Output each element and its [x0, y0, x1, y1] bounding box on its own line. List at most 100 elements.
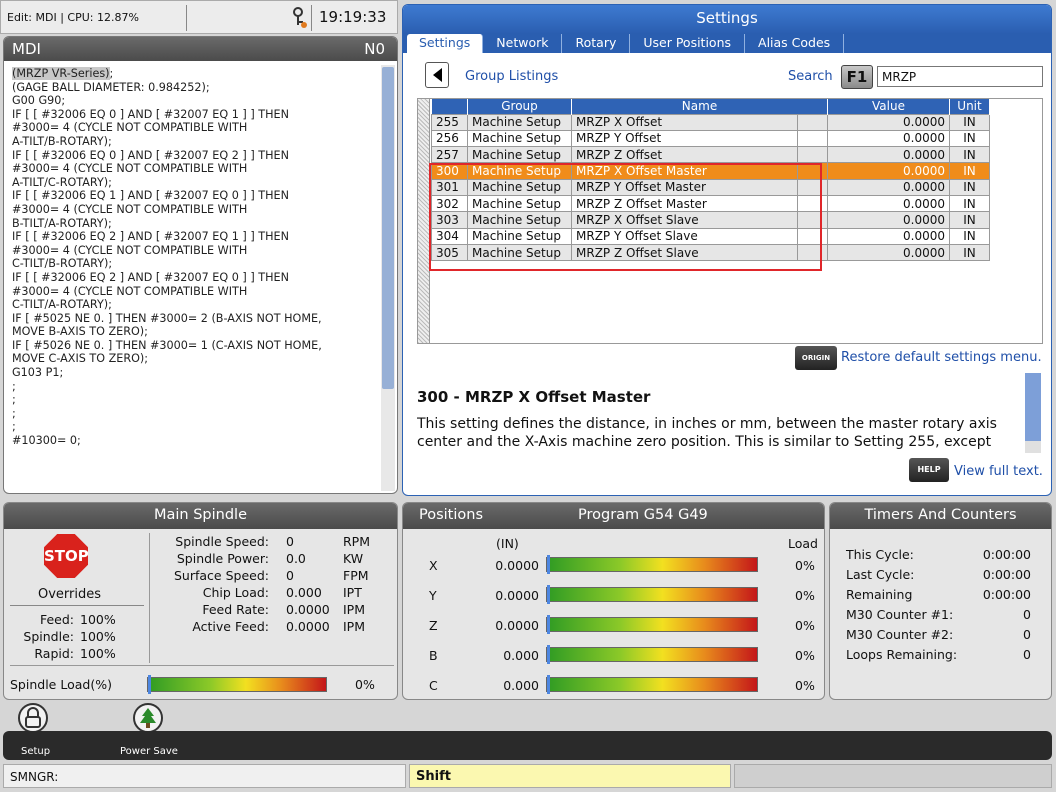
num-column-header	[431, 99, 468, 114]
axis-label: C	[429, 678, 438, 693]
axis-label: B	[429, 648, 438, 663]
setup-label[interactable]: Setup	[21, 746, 50, 757]
table-row[interactable]: 300 Machine Setup MRZP X Offset Master 0.00…	[431, 162, 990, 180]
group-listings-link[interactable]: Group Listings	[465, 69, 558, 84]
spacer-cell	[797, 211, 828, 229]
setting-value: 0.0000	[827, 178, 950, 196]
value-column-header: Value	[827, 99, 950, 114]
spacer-cell	[797, 194, 828, 213]
overrides-label: Overrides	[38, 587, 102, 602]
mdi-panel: MDI N0 (MRZP VR-Series); (GAGE BALL DIAM…	[3, 36, 398, 494]
spacer-cell	[797, 129, 828, 148]
scrollbar-thumb[interactable]	[382, 67, 394, 389]
setting-name: MRZP Y Offset Master	[571, 178, 798, 196]
setting-value: 0.0000	[827, 162, 950, 180]
setting-name: MRZP X Offset Slave	[571, 211, 798, 229]
setting-number: 257	[431, 146, 468, 164]
spindle-stat-label: Spindle Power:	[176, 551, 269, 566]
status-extra	[734, 764, 1052, 788]
spacer-cell	[797, 162, 828, 180]
setting-unit: IN	[949, 113, 990, 131]
table-row[interactable]: 256 Machine Setup MRZP Y Offset 0.0000 IN	[431, 129, 990, 148]
setting-unit: IN	[949, 146, 990, 164]
timers-counters-panel: Timers And Counters This Cycle: 0:00:00 La…	[829, 502, 1052, 700]
table-row[interactable]: 255 Machine Setup MRZP X Offset 0.0000 IN	[431, 113, 990, 131]
settings-panel: Settings Settings Network Rotary User Po…	[402, 4, 1052, 496]
settings-title: Settings	[403, 5, 1051, 34]
spacer-cell	[797, 227, 828, 245]
spindle-override-value: 100%	[80, 629, 116, 644]
setting-number: 302	[431, 194, 468, 213]
tab-user-positions[interactable]: User Positions	[630, 34, 746, 53]
tree-icon[interactable]	[133, 703, 163, 733]
group-column-header: Group	[467, 99, 572, 114]
scrollbar-thumb[interactable]	[1025, 373, 1041, 441]
program-lines: (GAGE BALL DIAMETER: 0.984252); G00 G90;…	[12, 81, 322, 447]
rapid-override-value: 100%	[80, 646, 116, 661]
table-row[interactable]: 301 Machine Setup MRZP Y Offset Master 0.00…	[431, 178, 990, 196]
f1-key-button[interactable]: F1	[841, 65, 873, 89]
tab-settings[interactable]: Settings	[407, 34, 484, 53]
tab-alias-codes[interactable]: Alias Codes	[745, 34, 845, 53]
timers-title: Timers And Counters	[830, 503, 1051, 529]
timer-value: 0	[1023, 607, 1031, 622]
view-full-text-link[interactable]: View full text.	[954, 464, 1043, 479]
spindle-stat-value: 0	[286, 534, 294, 549]
table-row[interactable]: 303 Machine Setup MRZP X Offset Slave 0.000…	[431, 211, 990, 229]
mdi-program-editor[interactable]: (MRZP VR-Series); (GAGE BALL DIAMETER: 0…	[12, 67, 374, 493]
program-line: C-TILT/A-ROTARY);	[12, 298, 112, 312]
program-line: A-TILT/C-ROTARY);	[12, 175, 112, 189]
load-marker	[547, 645, 550, 664]
setting-number: 304	[431, 227, 468, 245]
load-marker	[148, 675, 151, 694]
setting-group: Machine Setup	[467, 227, 572, 245]
program-line: #3000= 4 (CYCLE NOT COMPATIBLE WITH	[12, 121, 248, 135]
restore-defaults-link[interactable]: Restore default settings menu.	[841, 350, 1042, 365]
program-line: MOVE B-AXIS TO ZERO);	[12, 325, 148, 339]
program-codes: Program G54 G49	[578, 507, 708, 523]
power-save-label[interactable]: Power Save	[120, 746, 178, 757]
key-lock-icon[interactable]	[290, 6, 310, 30]
setting-unit: IN	[949, 227, 990, 245]
program-line: C-TILT/B-ROTARY);	[12, 257, 113, 271]
mdi-scrollbar[interactable]	[381, 65, 395, 491]
load-marker	[547, 615, 550, 634]
program-line: IF [ [ #32006 EQ 2 ] AND [ #32007 EQ 0 ]…	[12, 270, 289, 284]
spindle-stat-unit: IPT	[343, 585, 362, 600]
axis-label: X	[429, 558, 438, 573]
spindle-stat-label: Feed Rate:	[202, 602, 269, 617]
spacer-cell	[797, 178, 828, 196]
table-row[interactable]: 302 Machine Setup MRZP Z Offset Master 0.00…	[431, 194, 990, 213]
table-row[interactable]: 257 Machine Setup MRZP Z Offset 0.0000 IN	[431, 146, 990, 164]
program-line: #3000= 4 (CYCLE NOT COMPATIBLE WITH	[12, 284, 248, 298]
table-row[interactable]: 304 Machine Setup MRZP Y Offset Slave 0.000…	[431, 227, 990, 245]
selected-text[interactable]: (MRZP VR-Series)	[12, 67, 110, 80]
description-scrollbar[interactable]	[1025, 373, 1041, 453]
program-line: ;	[12, 379, 16, 393]
spindle-stat-label: Spindle Speed:	[175, 534, 269, 549]
divider	[186, 5, 187, 31]
divider	[10, 665, 394, 666]
help-key-button[interactable]: HELP	[909, 458, 949, 482]
lock-icon[interactable]	[18, 703, 48, 733]
setting-number: 305	[431, 243, 468, 262]
setting-value: 0.0000	[827, 227, 950, 245]
spindle-stat-value: 0.000	[286, 585, 322, 600]
timer-value: 0:00:00	[982, 567, 1031, 582]
status-bar-top: Edit: MDI | CPU: 12.87% 19:19:33	[0, 0, 398, 34]
setting-value: 0.0000	[827, 211, 950, 229]
setting-group: Machine Setup	[467, 129, 572, 148]
origin-key-button[interactable]: ORIGIN	[795, 346, 837, 370]
load-marker	[547, 585, 550, 604]
table-row[interactable]: 305 Machine Setup MRZP Z Offset Slave 0.000…	[431, 243, 990, 262]
tab-rotary[interactable]: Rotary	[562, 34, 631, 53]
program-line: B-TILT/A-ROTARY);	[12, 216, 112, 230]
tab-network[interactable]: Network	[483, 34, 563, 53]
spindle-stat-value: 0.0000	[286, 619, 330, 634]
settings-table: Group Name Value Unit 255 Machine Setup MR…	[417, 98, 1043, 344]
search-input[interactable]: MRZP	[877, 66, 1043, 87]
back-arrow-icon[interactable]	[425, 62, 449, 88]
setting-value: 0.0000	[827, 243, 950, 262]
setting-unit: IN	[949, 243, 990, 262]
timer-value: 0:00:00	[982, 547, 1031, 562]
